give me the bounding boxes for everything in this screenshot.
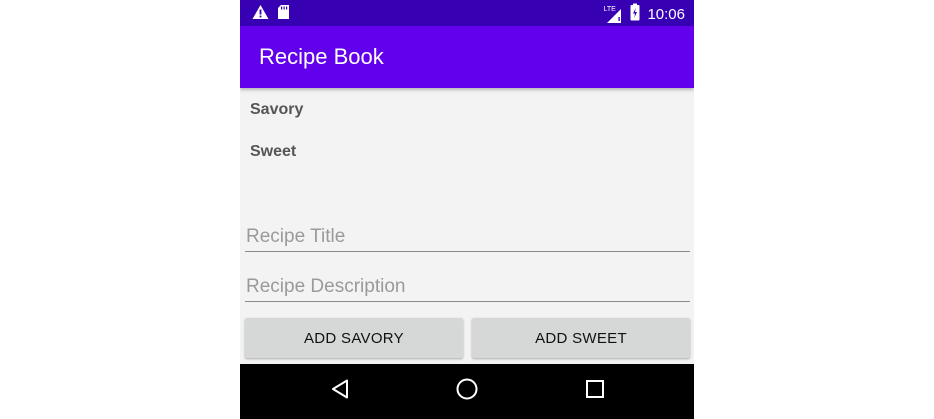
- recents-icon: [585, 379, 605, 404]
- add-sweet-button[interactable]: ADD SWEET: [472, 318, 690, 358]
- status-bar: LTE 10:06: [240, 0, 694, 26]
- home-button[interactable]: [454, 378, 480, 404]
- status-clock: 10:06: [647, 5, 685, 23]
- home-icon: [455, 377, 479, 406]
- back-icon: [330, 378, 352, 405]
- recipe-title-input[interactable]: [245, 222, 690, 252]
- category-item-sweet[interactable]: Sweet: [250, 142, 296, 162]
- category-item-savory[interactable]: Savory: [250, 100, 303, 120]
- add-savory-button[interactable]: ADD SAVORY: [245, 318, 463, 358]
- back-button[interactable]: [328, 378, 354, 404]
- battery-icon: [630, 3, 640, 26]
- phone-screen: LTE 10:06 Recipe Book Savory Sweet Recip…: [240, 0, 694, 419]
- app-bar: Recipe Book: [240, 26, 694, 88]
- recents-button[interactable]: [582, 378, 608, 404]
- app-title: Recipe Book: [259, 44, 384, 69]
- navigation-bar: [240, 364, 694, 419]
- warning-icon: [252, 4, 269, 25]
- status-right-icons: LTE 10:06: [603, 3, 685, 26]
- recipe-description-input[interactable]: [245, 272, 690, 302]
- status-left-icons: [252, 4, 290, 25]
- sd-card-icon: [277, 4, 290, 25]
- signal-icon: LTE: [603, 5, 623, 25]
- main-content: Savory Sweet ADD SAVORY ADD SWEET: [240, 88, 694, 364]
